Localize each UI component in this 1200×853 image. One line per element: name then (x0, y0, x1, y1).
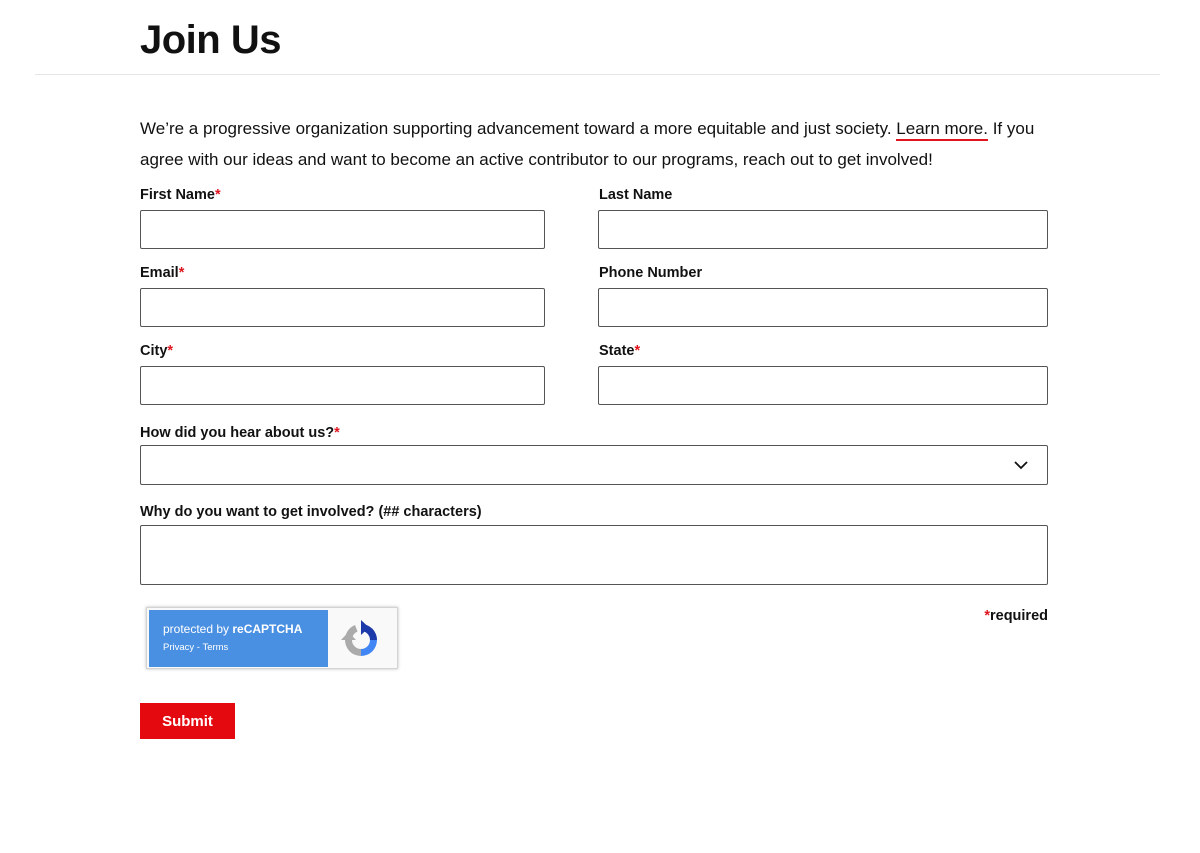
email-input[interactable] (140, 288, 545, 327)
hear-about-us-label: How did you hear about us?* (140, 424, 340, 442)
required-star: * (214, 187, 221, 203)
hear-about-us-label-text: How did you hear about us? (140, 425, 335, 441)
required-star: * (334, 425, 340, 441)
last-name-input[interactable] (598, 210, 1048, 249)
recaptcha-badge[interactable]: protected by reCAPTCHA Privacy - Terms (146, 607, 398, 669)
city-label-text: City (140, 343, 168, 359)
intro-paragraph: We’re a progressive organization support… (140, 113, 1060, 175)
recaptcha-protected-text: protected by reCAPTCHA (163, 622, 302, 636)
email-label-text: Email (140, 265, 179, 281)
phone-number-label: Phone Number (599, 265, 703, 281)
state-label-text: State (599, 343, 635, 359)
page-title: Join Us (140, 18, 281, 62)
first-name-label: First Name* (140, 186, 221, 204)
state-label: State* (599, 342, 640, 360)
title-divider (35, 74, 1160, 75)
phone-number-input[interactable] (598, 288, 1048, 327)
recaptcha-protected-by: protected by (163, 622, 233, 636)
recaptcha-privacy-link[interactable]: Privacy (163, 642, 194, 653)
required-note-text: required (989, 608, 1048, 624)
required-note: *required (984, 608, 1048, 624)
learn-more-link[interactable]: Learn more. (896, 119, 988, 141)
chevron-down-icon (1014, 461, 1028, 470)
recaptcha-brand: reCAPTCHA (232, 622, 303, 636)
required-star: * (178, 265, 185, 281)
last-name-label: Last Name (599, 187, 673, 203)
why-involved-label: Why do you want to get involved? (## cha… (140, 504, 482, 520)
state-input[interactable] (598, 366, 1048, 405)
first-name-input[interactable] (140, 210, 545, 249)
hear-about-us-select[interactable] (140, 445, 1048, 485)
intro-text-start: We’re a progressive organization support… (140, 119, 897, 138)
why-involved-textarea[interactable] (140, 525, 1048, 585)
city-label: City* (140, 342, 173, 360)
recaptcha-terms-link[interactable]: Terms (202, 642, 228, 653)
recaptcha-logo-icon (341, 620, 377, 656)
city-input[interactable] (140, 366, 545, 405)
first-name-label-text: First Name (140, 187, 215, 203)
required-star: * (634, 343, 641, 359)
required-star: * (167, 343, 174, 359)
recaptcha-links: Privacy - Terms (163, 642, 228, 653)
email-label: Email* (140, 264, 184, 282)
submit-button[interactable]: Submit (140, 703, 235, 739)
recaptcha-info-panel (149, 610, 328, 667)
